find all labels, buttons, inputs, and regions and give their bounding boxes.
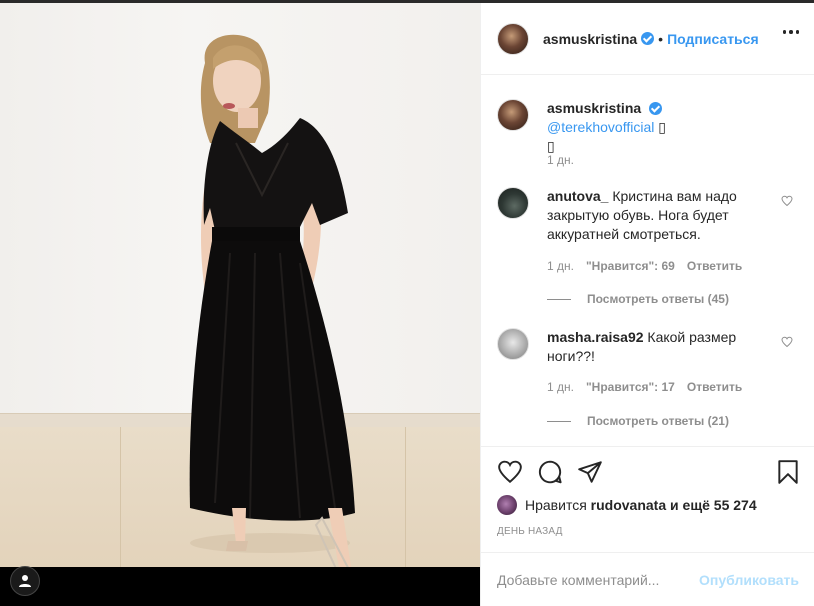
follow-button[interactable]: Подписаться [667, 31, 759, 47]
view-replies-label: Посмотреть ответы (21) [587, 414, 729, 428]
reply-button[interactable]: Ответить [687, 259, 742, 273]
share-icon[interactable] [577, 459, 603, 485]
replies-divider [547, 420, 571, 422]
comment-avatar[interactable] [497, 328, 529, 360]
post-side-panel: asmuskristina • Подписаться asmuskristin… [480, 3, 814, 606]
comment-time[interactable]: 1 дн. [547, 259, 574, 273]
photo-bottom-bar [0, 567, 480, 606]
likes-count[interactable]: и ещё 55 274 [670, 497, 757, 513]
comment-like-heart-icon[interactable] [781, 195, 793, 207]
replies-divider [547, 298, 571, 300]
author-avatar[interactable] [497, 22, 529, 55]
comment-like-heart-icon[interactable] [781, 336, 793, 348]
more-options-icon[interactable] [782, 30, 799, 34]
view-replies-button[interactable]: Посмотреть ответы (21) [547, 414, 729, 428]
caption-meta: 1 дн. [547, 153, 574, 167]
comment-author[interactable]: anutova_ [547, 188, 608, 204]
comment-text: anutova_ Кристина вам надо закрытую обув… [547, 187, 765, 244]
post-header: asmuskristina • Подписаться [481, 3, 814, 75]
comment-text: masha.raisa92 Какой размер ноги??! [547, 328, 765, 366]
author-line: asmuskristina • Подписаться [543, 31, 759, 47]
comment-meta: 1 дн. "Нравится": 17 Ответить [547, 380, 742, 394]
comment-likes[interactable]: "Нравится": 69 [586, 259, 675, 273]
caption-emoji: ▯ [658, 119, 666, 135]
comment-item: anutova_ Кристина вам надо закрытую обув… [497, 187, 799, 312]
heart-icon[interactable] [497, 459, 523, 485]
caption-emoji: ▯ [547, 138, 555, 154]
view-replies-button[interactable]: Посмотреть ответы (45) [547, 292, 729, 306]
user-tag-button[interactable] [10, 566, 40, 596]
comment-author[interactable]: masha.raisa92 [547, 329, 644, 345]
comments-list[interactable]: asmuskristina @terekhovofficial ▯ ▯ 1 дн… [481, 75, 814, 447]
likes-summary: Нравится rudovanata и ещё 55 274 [497, 495, 757, 515]
post-photo[interactable] [0, 3, 480, 606]
comment-time[interactable]: 1 дн. [547, 380, 574, 394]
liker-avatar[interactable] [497, 495, 517, 515]
liker-username[interactable]: rudovanata [591, 497, 666, 513]
user-tag-icon [19, 575, 31, 587]
caption-author[interactable]: asmuskristina [547, 100, 641, 116]
caption-text: asmuskristina @terekhovofficial ▯ ▯ [547, 99, 765, 156]
bookmark-icon[interactable] [775, 459, 801, 485]
verified-badge-icon [649, 102, 663, 115]
separator-dot: • [658, 30, 664, 47]
comment-likes[interactable]: "Нравится": 17 [586, 380, 675, 394]
verified-badge-icon [641, 32, 655, 45]
comment-avatar[interactable] [497, 187, 529, 219]
post-time[interactable]: ДЕНЬ НАЗАД [497, 526, 563, 537]
photo-figure [189, 34, 358, 588]
caption-mention[interactable]: @terekhovofficial [547, 119, 654, 135]
reply-button[interactable]: Ответить [687, 380, 742, 394]
comment-input[interactable]: Добавьте комментарий... [497, 572, 699, 588]
add-comment-bar: Добавьте комментарий... Опубликовать [481, 552, 814, 606]
comment-item: masha.raisa92 Какой размер ноги??! 1 дн.… [497, 328, 799, 438]
caption-avatar[interactable] [497, 99, 529, 131]
author-username[interactable]: asmuskristina [543, 31, 637, 47]
comment-meta: 1 дн. "Нравится": 69 Ответить [547, 259, 742, 273]
post-actions [481, 455, 814, 495]
comment-icon[interactable] [537, 459, 563, 485]
caption-time[interactable]: 1 дн. [547, 153, 574, 167]
view-replies-label: Посмотреть ответы (45) [587, 292, 729, 306]
likes-prefix: Нравится [525, 497, 587, 513]
caption: asmuskristina @terekhovofficial ▯ ▯ 1 дн… [497, 99, 799, 169]
publish-button[interactable]: Опубликовать [699, 572, 799, 588]
